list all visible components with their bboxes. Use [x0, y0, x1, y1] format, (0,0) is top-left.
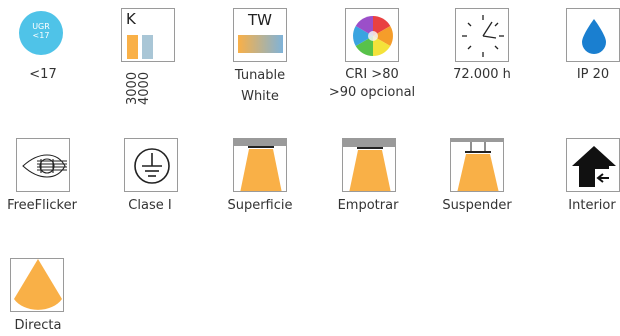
lifetime-label: 72.000 h: [453, 67, 511, 82]
surface-mount-label: Superficie: [227, 198, 293, 213]
ugr-badge-line2: <17: [32, 31, 50, 40]
suspended-icon: [450, 138, 504, 192]
cri-label-line2: >90 opcional: [328, 85, 416, 100]
light-cone-icon: [14, 259, 62, 310]
suspended-label: Suspender: [442, 198, 512, 213]
house-icon: [572, 146, 616, 187]
surface-mount-drawing: [234, 139, 286, 191]
ugr-badge-line1: UGR: [32, 22, 50, 31]
recessed-label: Empotrar: [337, 198, 399, 213]
free-flicker-label: FreeFlicker: [7, 198, 77, 213]
ugr-badge: UGR <17: [19, 11, 63, 55]
color-temperature-icon: K: [121, 8, 175, 62]
indoor-label: Interior: [568, 198, 616, 213]
recessed-drawing: [343, 139, 395, 191]
lifetime-clock-icon: [455, 8, 509, 62]
cri-label-line1: CRI >80: [345, 67, 399, 82]
water-drop-icon: [582, 19, 606, 54]
lifetime-clock-drawing: [462, 15, 504, 57]
class-i-label: Clase I: [128, 198, 172, 213]
ground-symbol-icon: [134, 148, 170, 184]
tunable-white-gradient: [238, 35, 283, 53]
tunable-white-label-line2: White: [241, 89, 279, 104]
ip-rating-label: IP 20: [576, 67, 610, 82]
surface-mount-icon: [233, 138, 287, 192]
direct-light-label: Directa: [14, 318, 62, 333]
free-flicker-icon: [16, 138, 70, 192]
ugr-label: <17: [29, 67, 57, 82]
tunable-white-label-line1: Tunable: [234, 68, 286, 83]
ip-rating-icon: [566, 8, 620, 62]
cri-icon: [345, 8, 399, 62]
eye-icon: [22, 154, 67, 178]
ugr-icon: UGR <17: [16, 8, 70, 62]
direct-light-icon: [10, 258, 64, 312]
recessed-icon: [342, 138, 396, 192]
color-temperature-bars: [127, 35, 153, 59]
suspended-drawing: [451, 139, 503, 191]
tunable-white-icon: TW: [233, 8, 287, 62]
cri-color-wheel: [353, 16, 393, 56]
indoor-icon: [566, 138, 620, 192]
color-temperature-value-4000: 4000: [137, 71, 152, 105]
class-i-icon: [124, 138, 178, 192]
